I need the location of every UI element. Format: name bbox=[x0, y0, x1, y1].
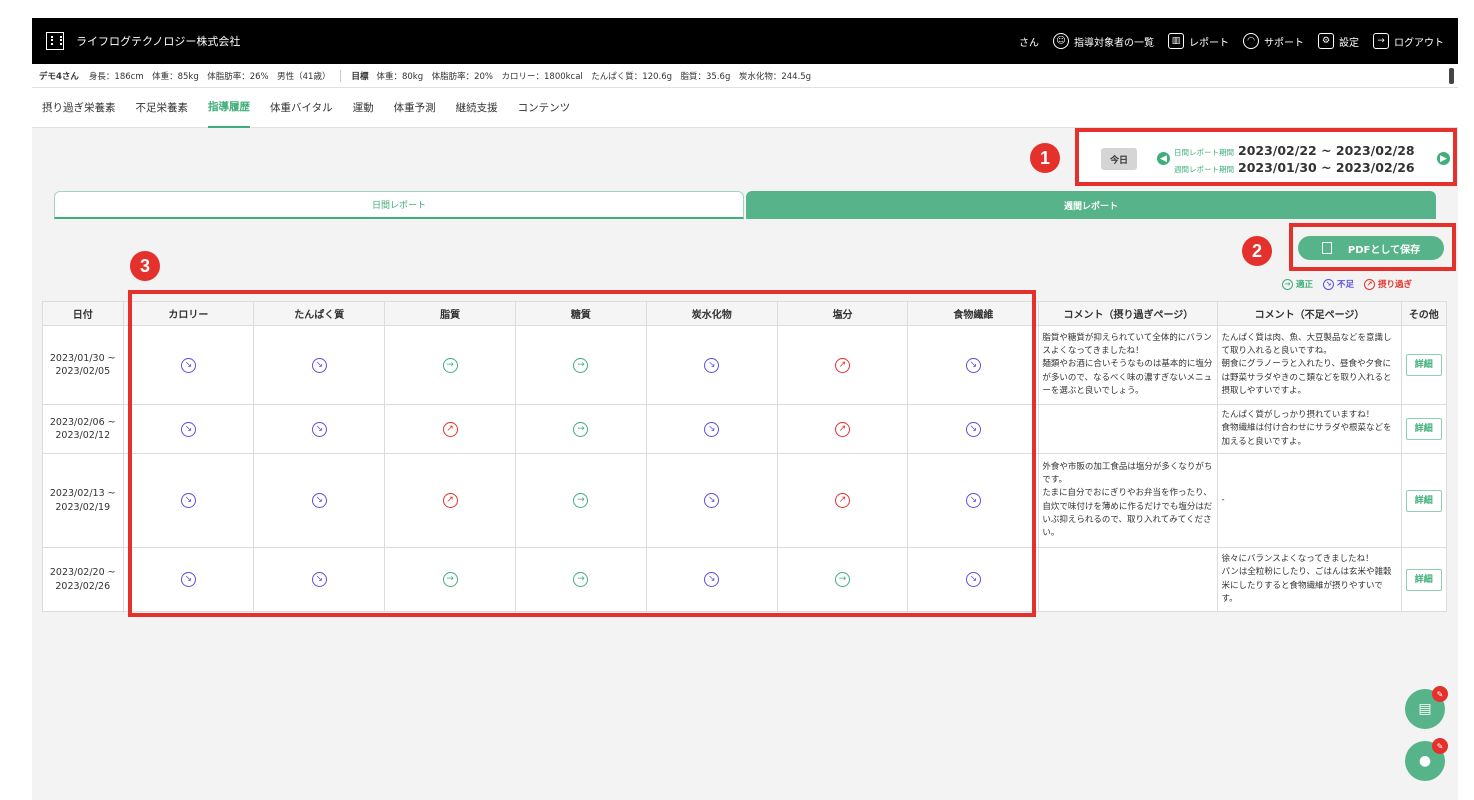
comment-deficient: たんぱく質がしっかり摂れていますね！ 食物繊維は付け合わせにサラダや根菜などを加… bbox=[1217, 404, 1402, 454]
col-other: その他 bbox=[1400, 301, 1448, 326]
comment-deficient: 徐々にバランスよくなってきましたね！ パンは全粒粉にしたり、ごはんは玄米や雑穀米… bbox=[1217, 547, 1402, 612]
app-canvas: ライフログテクノロジー株式会社 さん ☺ 指導対象者の一覧 ▥ レポート ◠ サ… bbox=[32, 18, 1458, 800]
scrollbar[interactable] bbox=[1449, 68, 1454, 84]
chat-fab[interactable]: ● ✎ bbox=[1405, 738, 1448, 781]
detail-button[interactable]: 詳細 bbox=[1405, 568, 1442, 591]
section-tabs: 摂り過ぎ栄養素 不足栄養素 指導履歴 体重バイタル 運動 体重予測 継続支援 コ… bbox=[32, 88, 1458, 128]
col-comment-deficient: コメント（不足ページ） bbox=[1217, 301, 1402, 326]
detail-button[interactable]: 詳細 bbox=[1405, 489, 1442, 512]
nav-logout-label: ログアウト bbox=[1394, 37, 1444, 49]
row-date: 2023/01/30 ~ 2023/02/05 bbox=[42, 325, 124, 405]
col-comment-excess: コメント（摂り過ぎページ） bbox=[1038, 301, 1219, 326]
tab-weight-forecast[interactable]: 体重予測 bbox=[394, 88, 436, 128]
pencil-icon: ✎ bbox=[1432, 686, 1448, 702]
comment-deficient: - bbox=[1217, 453, 1402, 548]
highlight-box-1 bbox=[1075, 128, 1457, 186]
arrow-right-icon: → bbox=[1282, 278, 1293, 290]
gear-icon: ⚙ bbox=[1318, 33, 1334, 49]
marker-2: 2 bbox=[1242, 236, 1272, 266]
nav-report-label: レポート bbox=[1189, 37, 1229, 49]
tab-weight-vitals[interactable]: 体重バイタル bbox=[270, 88, 333, 128]
report-type-tabs: 日間レポート 週間レポート bbox=[54, 191, 1436, 219]
comment-deficient: たんぱく質は肉、魚、大豆製品などを意識して取り入れると良いですね。 朝食にグラノ… bbox=[1217, 325, 1402, 405]
user-circle-icon: ☺ bbox=[1053, 33, 1069, 49]
client-name: デモ4さん bbox=[39, 71, 79, 82]
nav-logout[interactable]: → ログアウト bbox=[1373, 33, 1444, 49]
nav-support[interactable]: ◠ サポート bbox=[1243, 33, 1304, 49]
memo-fab[interactable]: ▤ ✎ bbox=[1405, 686, 1448, 729]
highlight-box-3 bbox=[128, 290, 1036, 617]
top-bar: ライフログテクノロジー株式会社 さん ☺ 指導対象者の一覧 ▥ レポート ◠ サ… bbox=[32, 18, 1458, 64]
pencil-icon: ✎ bbox=[1432, 738, 1448, 754]
nav-client-list[interactable]: ☺ 指導対象者の一覧 bbox=[1053, 33, 1154, 49]
nav-settings-label: 設定 bbox=[1339, 37, 1359, 49]
row-date: 2023/02/20 ~ 2023/02/26 bbox=[42, 547, 124, 612]
nav-report[interactable]: ▥ レポート bbox=[1168, 33, 1229, 49]
building-icon bbox=[46, 32, 64, 50]
nav-settings[interactable]: ⚙ 設定 bbox=[1318, 33, 1359, 49]
divider bbox=[340, 69, 342, 82]
user-name: さん bbox=[1019, 37, 1039, 49]
tab-contents[interactable]: コンテンツ bbox=[518, 88, 571, 128]
goal-label: 目標 bbox=[351, 71, 369, 82]
chart-icon: ▥ bbox=[1168, 33, 1184, 49]
marker-3: 3 bbox=[130, 251, 160, 281]
company-brand: ライフログテクノロジー株式会社 bbox=[46, 32, 240, 50]
row-actions: 詳細 bbox=[1400, 404, 1448, 454]
legend-ok-label: 適正 bbox=[1296, 280, 1314, 290]
comment-excess: 脂質や糖質が抑えられていて全体的にバランスよくなってきましたね！ 麺類やお酒に合… bbox=[1038, 325, 1219, 405]
legend-low: ↘ 不足 bbox=[1323, 278, 1354, 290]
arrow-down-right-icon: ↘ bbox=[1323, 278, 1335, 290]
highlight-box-2 bbox=[1289, 223, 1456, 271]
detail-button[interactable]: 詳細 bbox=[1405, 418, 1442, 440]
tab-exercise[interactable]: 運動 bbox=[353, 88, 374, 128]
tab-guidance-history[interactable]: 指導履歴 bbox=[208, 88, 250, 128]
marker-1: 1 bbox=[1030, 143, 1060, 173]
document-icon: ▤ bbox=[1418, 701, 1432, 717]
comment-excess bbox=[1038, 547, 1219, 612]
chat-icon: ● bbox=[1418, 753, 1432, 769]
row-actions: 詳細 bbox=[1400, 453, 1448, 548]
tab-deficient-nutrients[interactable]: 不足栄養素 bbox=[136, 88, 189, 128]
logout-icon: → bbox=[1373, 33, 1389, 49]
goal-details: 体重：80kg 体脂肪率：20% カロリー：1800kcal たんぱく質：120… bbox=[376, 71, 812, 82]
row-actions: 詳細 bbox=[1400, 547, 1448, 612]
client-details: 身長：186cm 体重：85kg 体脂肪率：26% 男性（41歳） bbox=[88, 71, 331, 82]
legend-low-label: 不足 bbox=[1337, 280, 1355, 290]
top-nav: さん ☺ 指導対象者の一覧 ▥ レポート ◠ サポート ⚙ 設定 → ログアウト bbox=[1019, 18, 1444, 64]
client-info-bar: デモ4さん 身長：186cm 体重：85kg 体脂肪率：26% 男性（41歳） … bbox=[32, 64, 1458, 88]
tab-daily-report[interactable]: 日間レポート bbox=[54, 191, 744, 219]
nav-support-label: サポート bbox=[1264, 37, 1304, 49]
tab-continued-support[interactable]: 継続支援 bbox=[456, 88, 498, 128]
tab-weekly-report[interactable]: 週間レポート bbox=[746, 191, 1436, 219]
nav-client-list-label: 指導対象者の一覧 bbox=[1074, 37, 1154, 49]
row-date: 2023/02/06 ~ 2023/02/12 bbox=[42, 404, 124, 454]
col-date: 日付 bbox=[42, 301, 124, 326]
company-name: ライフログテクノロジー株式会社 bbox=[76, 35, 241, 48]
legend-over-label: 摂り過ぎ bbox=[1378, 280, 1413, 290]
legend-over: ↗ 摂り過ぎ bbox=[1364, 278, 1412, 290]
comment-excess bbox=[1038, 404, 1219, 454]
status-legend: → 適正 ↘ 不足 ↗ 摂り過ぎ bbox=[1282, 278, 1412, 290]
headset-icon: ◠ bbox=[1243, 33, 1259, 49]
arrow-up-right-icon: ↗ bbox=[1364, 278, 1376, 290]
row-actions: 詳細 bbox=[1400, 325, 1448, 405]
legend-ok: → 適正 bbox=[1282, 278, 1313, 290]
comment-excess: 外食や市販の加工食品は塩分が多くなりがちです。 たまに自分でおにぎりやお弁当を作… bbox=[1038, 453, 1219, 548]
detail-button[interactable]: 詳細 bbox=[1405, 354, 1442, 376]
tab-excess-nutrients[interactable]: 摂り過ぎ栄養素 bbox=[42, 88, 116, 128]
row-date: 2023/02/13 ~ 2023/02/19 bbox=[42, 453, 124, 548]
